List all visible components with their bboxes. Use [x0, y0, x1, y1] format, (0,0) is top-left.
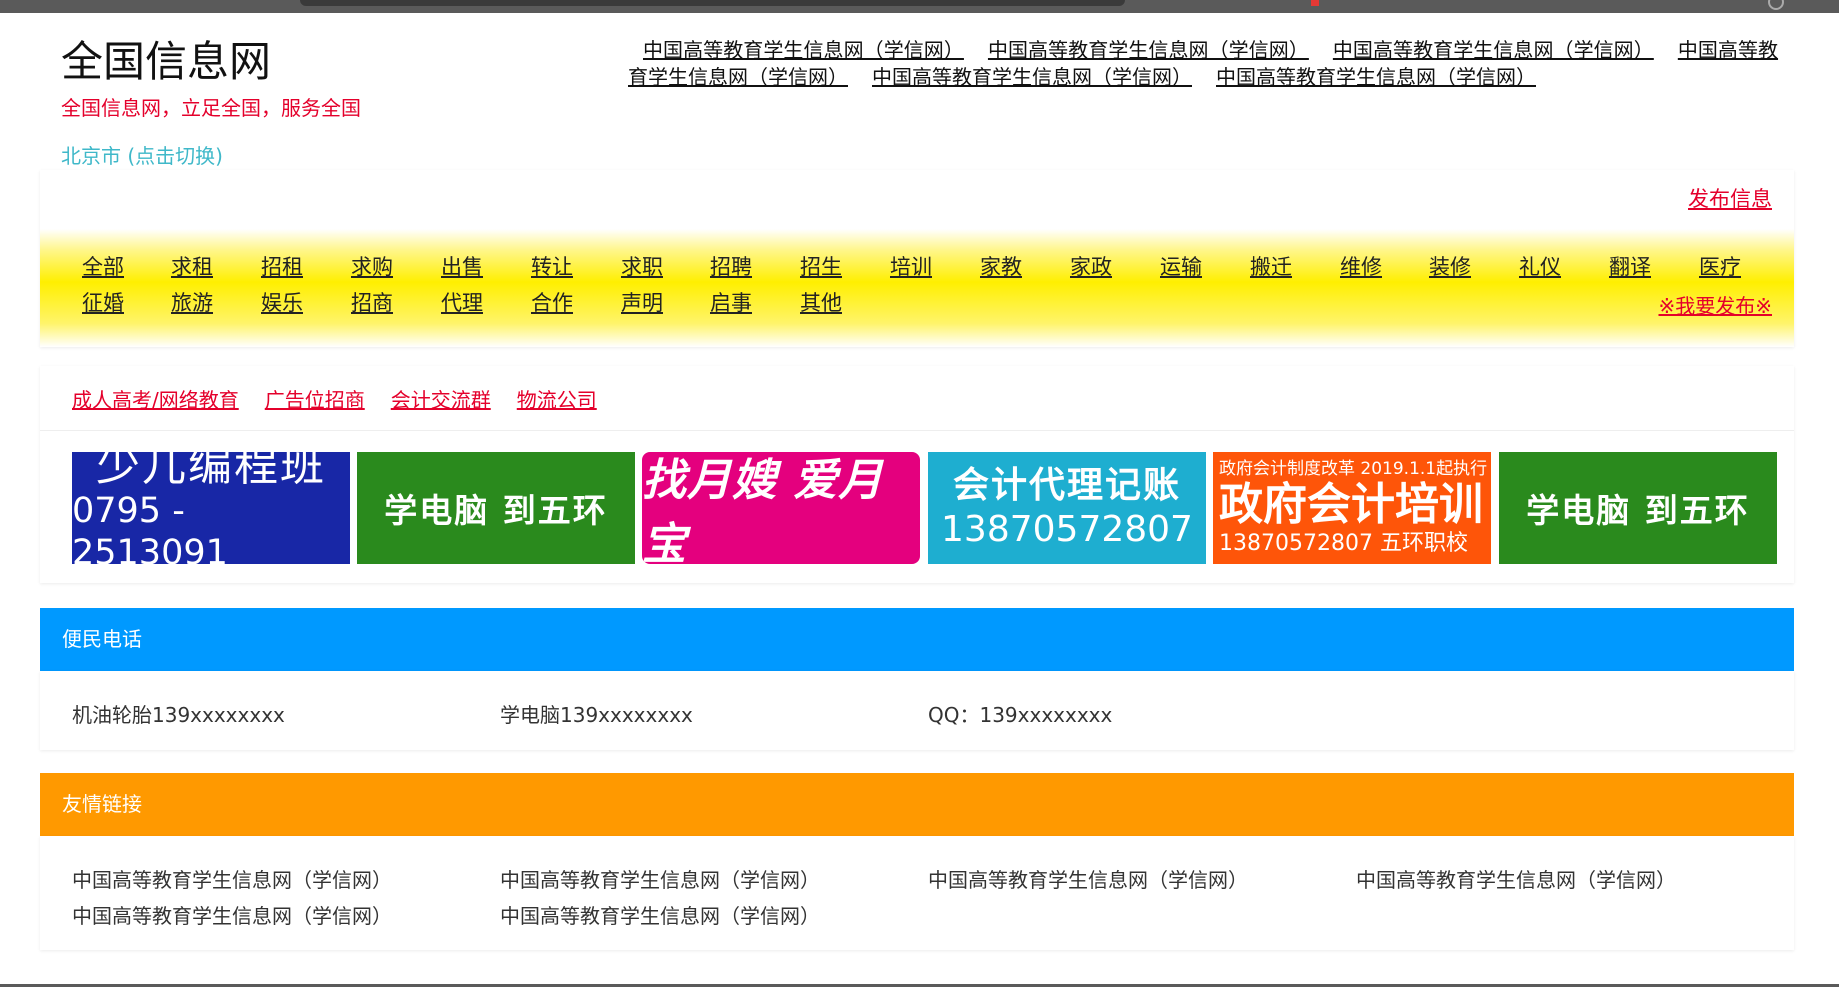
tab-indicator	[1311, 0, 1319, 6]
category-link[interactable]: 声明	[621, 287, 663, 317]
city-switch-label[interactable]: 北京市 (点击切换)	[61, 144, 223, 168]
category-link[interactable]: 招商	[351, 287, 393, 317]
banner-subtitle: 政府会计制度改革 2019.1.1起执行	[1219, 459, 1488, 479]
category-link[interactable]: 招聘	[710, 251, 752, 281]
category-link[interactable]: 装修	[1429, 251, 1471, 281]
site-slogan: 全国信息网，立足全国，服务全国	[61, 96, 361, 120]
category-link[interactable]: 合作	[531, 287, 573, 317]
category-link[interactable]: 求职	[621, 251, 663, 281]
category-link[interactable]: 出售	[441, 251, 483, 281]
banner-computer-school[interactable]: 学电脑 到五环	[1499, 452, 1777, 564]
category-link[interactable]: 其他	[800, 287, 842, 317]
profile-icon[interactable]	[1768, 0, 1784, 10]
banner-title: 学电脑 到五环	[1526, 491, 1750, 530]
banner-kids-coding[interactable]: 少儿编程班 0795 - 2513091	[72, 452, 350, 564]
banner-title: 少儿编程班	[96, 452, 326, 491]
category-link[interactable]: 招生	[800, 251, 842, 281]
promo-link[interactable]: 成人高考/网络教育	[72, 388, 239, 412]
category-link[interactable]: 礼仪	[1519, 251, 1561, 281]
promo-link[interactable]: 会计交流群	[391, 388, 491, 412]
category-link[interactable]: 征婚	[82, 287, 124, 317]
top-link[interactable]: 中国高等教育学生信息网（学信网）	[1216, 65, 1536, 89]
top-link[interactable]: 中国高等教育学生信息网（学信网）	[988, 38, 1309, 62]
phone-section-body: 机油轮胎139xxxxxxxx 学电脑139xxxxxxxx QQ：139xxx…	[40, 671, 1794, 750]
friend-link[interactable]: 中国高等教育学生信息网（学信网）	[500, 900, 820, 929]
top-link[interactable]: 中国高等教育学生信息网（学信网）	[1333, 38, 1654, 62]
banner-computer-school[interactable]: 学电脑 到五环	[357, 452, 635, 564]
banner-gov-accounting[interactable]: 政府会计制度改革 2019.1.1起执行 政府会计培训 13870572807 …	[1213, 452, 1491, 564]
friend-link[interactable]: 中国高等教育学生信息网（学信网）	[500, 864, 820, 893]
top-links: 中国高等教育学生信息网（学信网） 中国高等教育学生信息网（学信网） 中国高等教育学生…	[628, 37, 1778, 91]
banner-title: 学电脑 到五环	[384, 491, 608, 530]
banner-title: 政府会计培训	[1219, 479, 1483, 530]
friend-link[interactable]: 中国高等教育学生信息网（学信网）	[928, 864, 1248, 893]
category-link[interactable]: 翻译	[1609, 251, 1651, 281]
friend-link[interactable]: 中国高等教育学生信息网（学信网）	[72, 900, 392, 929]
category-link[interactable]: 家政	[1070, 251, 1112, 281]
category-band: 全部 求租 招租 求购 出售 转让 求职 招聘 招生 培训 家教 家政 运输 搬…	[40, 229, 1794, 347]
city-switch[interactable]: 北京市 (点击切换)	[61, 140, 223, 169]
banner-nanny[interactable]: 找月嫂 爱月宝	[642, 452, 920, 564]
category-link[interactable]: 启事	[710, 287, 752, 317]
category-link[interactable]: 娱乐	[261, 287, 303, 317]
category-link[interactable]: 家教	[980, 251, 1022, 281]
banner-accounting[interactable]: 会计代理记账 13870572807	[928, 452, 1206, 564]
banner-title: 会计代理记账	[952, 465, 1181, 506]
links-section-body: 中国高等教育学生信息网（学信网） 中国高等教育学生信息网（学信网） 中国高等教育…	[40, 836, 1794, 950]
banner-phone: 13870572807 五环职校	[1219, 531, 1468, 556]
friend-link[interactable]: 中国高等教育学生信息网（学信网）	[72, 864, 392, 893]
category-link[interactable]: 代理	[441, 287, 483, 317]
category-link[interactable]: 维修	[1340, 251, 1382, 281]
phone-item[interactable]: 机油轮胎139xxxxxxxx	[72, 699, 285, 728]
category-link[interactable]: 求租	[171, 251, 213, 281]
promo-link[interactable]: 广告位招商	[265, 388, 365, 412]
phone-section-header: 便民电话	[40, 608, 1794, 671]
banner-phone: 13870572807	[941, 509, 1193, 550]
my-publish-link[interactable]: ※我要发布※	[1658, 290, 1772, 319]
promo-link[interactable]: 物流公司	[517, 388, 597, 412]
browser-top-bar	[0, 0, 1839, 13]
category-link[interactable]: 运输	[1160, 251, 1202, 281]
publish-link[interactable]: 发布信息	[1688, 183, 1772, 213]
category-link[interactable]: 旅游	[171, 287, 213, 317]
site-title: 全国信息网	[61, 37, 272, 86]
category-link[interactable]: 培训	[890, 251, 932, 281]
category-link[interactable]: 医疗	[1699, 251, 1741, 281]
category-link[interactable]: 转让	[531, 251, 573, 281]
category-link[interactable]: 招租	[261, 251, 303, 281]
top-link[interactable]: 中国高等教育学生信息网（学信网）	[872, 65, 1192, 89]
top-link[interactable]: 中国高等教育学生信息网（学信网）	[643, 38, 964, 62]
divider	[40, 430, 1794, 431]
links-section-header: 友情链接	[40, 773, 1794, 836]
phone-item[interactable]: QQ：139xxxxxxxx	[928, 699, 1112, 728]
promo-links: 成人高考/网络教育 广告位招商 会计交流群 物流公司	[72, 384, 623, 413]
banner-title: 找月嫂 爱月宝	[642, 455, 884, 564]
friend-link[interactable]: 中国高等教育学生信息网（学信网）	[1356, 864, 1676, 893]
category-link[interactable]: 求购	[351, 251, 393, 281]
banner-phone: 0795 - 2513091	[72, 491, 228, 564]
address-bar[interactable]	[300, 0, 1125, 6]
category-link[interactable]: 搬迁	[1250, 251, 1292, 281]
category-link[interactable]: 全部	[82, 251, 124, 281]
phone-item[interactable]: 学电脑139xxxxxxxx	[500, 699, 693, 728]
category-panel: 发布信息 全部 求租 招租 求购 出售 转让 求职 招聘 招生 培训 家教 家政…	[40, 170, 1794, 347]
